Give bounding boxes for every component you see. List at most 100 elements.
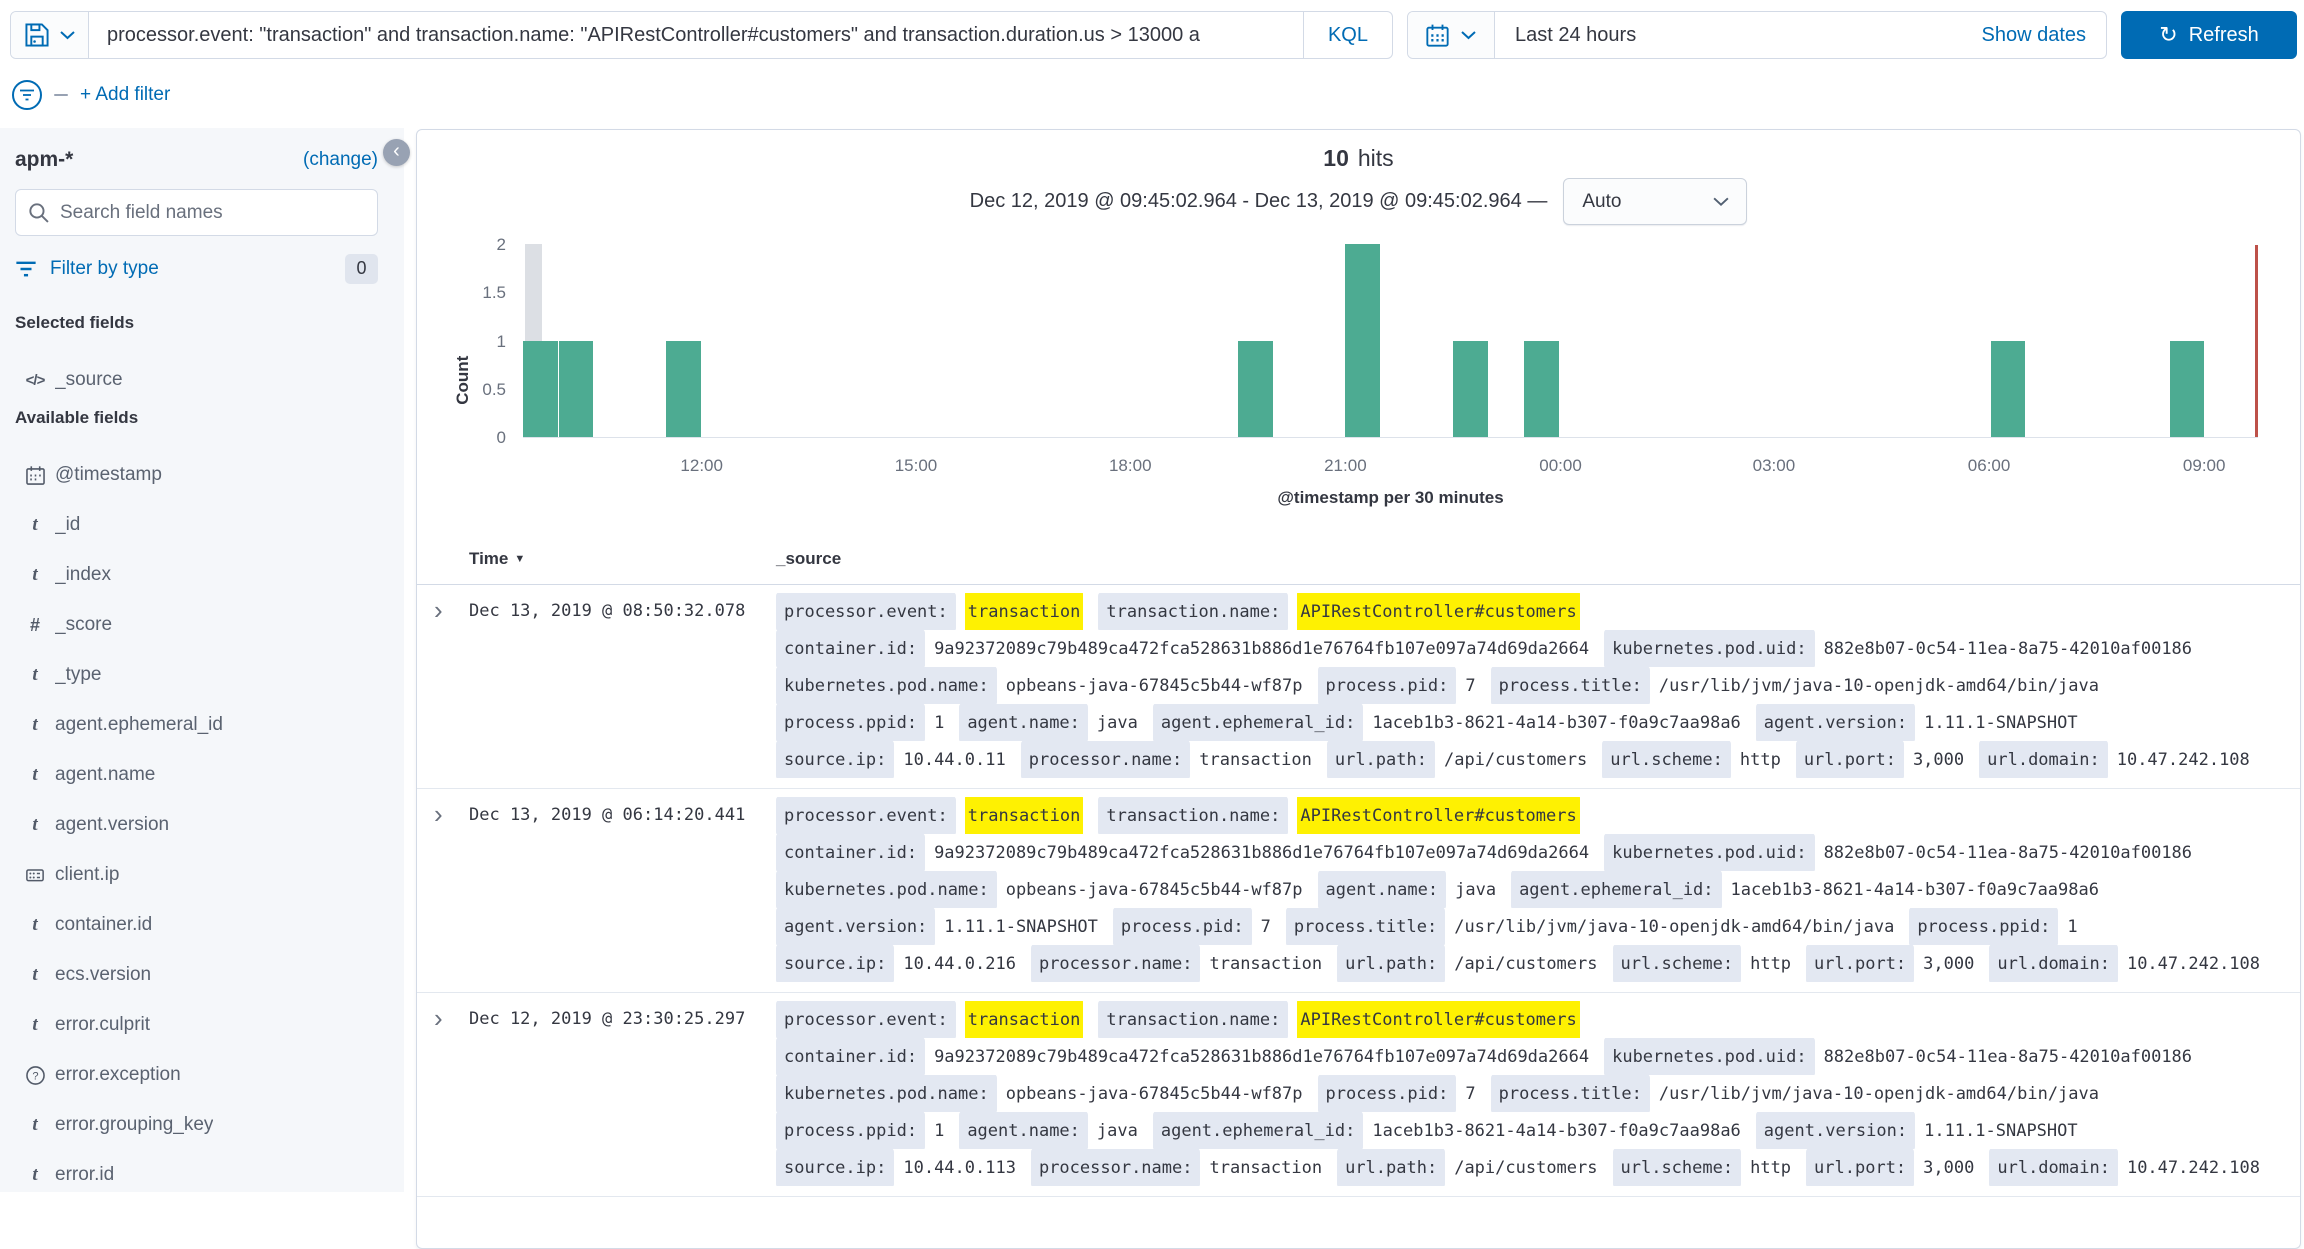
- refresh-icon: ↻: [2159, 24, 2177, 46]
- text-field-icon: t: [32, 514, 37, 536]
- field-badge: url.scheme:: [1613, 945, 1742, 982]
- histogram-bar[interactable]: [2170, 341, 2205, 438]
- text-field-icon: t: [32, 1164, 37, 1186]
- time-column-header[interactable]: Time ▼: [469, 549, 776, 569]
- field-value: /usr/lib/jvm/java-10-openjdk-amd64/bin/j…: [1454, 910, 1894, 944]
- field-badge: url.port:: [1806, 1149, 1914, 1186]
- filter-by-type-button[interactable]: Filter by type: [50, 258, 332, 280]
- filter-divider: [54, 94, 68, 96]
- available-fields-header: Available fields: [15, 408, 378, 450]
- change-index-pattern-link[interactable]: (change): [303, 149, 378, 171]
- saved-query-menu-button[interactable]: [11, 12, 89, 58]
- field-badge: source.ip:: [776, 741, 894, 778]
- field-value: /usr/lib/jvm/java-10-openjdk-amd64/bin/j…: [1659, 1077, 2099, 1111]
- field-item-agent.ephemeral_id[interactable]: tagent.ephemeral_id: [15, 700, 378, 750]
- field-value: 1: [934, 1114, 944, 1148]
- refresh-button[interactable]: ↻ Refresh: [2121, 11, 2297, 59]
- x-axis-title: @timestamp per 30 minutes: [523, 488, 2258, 508]
- field-item-agent.name[interactable]: tagent.name: [15, 750, 378, 800]
- text-field-icon: t: [32, 764, 37, 786]
- text-field-icon: t: [32, 664, 37, 686]
- field-badge: agent.name:: [959, 1112, 1088, 1149]
- field-item-agent.version[interactable]: tagent.version: [15, 800, 378, 850]
- chevron-down-icon: [1712, 196, 1730, 207]
- text-field-icon: t: [32, 914, 37, 936]
- field-name: agent.ephemeral_id: [55, 714, 223, 736]
- query-language-button[interactable]: KQL: [1303, 12, 1392, 58]
- show-dates-button[interactable]: Show dates: [1961, 24, 2106, 47]
- field-badge: processor.name:: [1021, 741, 1191, 778]
- date-quick-select-button[interactable]: [1408, 12, 1495, 58]
- histogram-bar[interactable]: [559, 341, 594, 438]
- query-input[interactable]: processor.event: "transaction" and trans…: [89, 24, 1303, 47]
- filter-options-button[interactable]: [12, 80, 42, 110]
- row-timestamp: Dec 13, 2019 @ 08:50:32.078: [469, 593, 776, 778]
- field-item-_id[interactable]: t _id: [15, 500, 378, 550]
- field-value: java: [1097, 706, 1138, 740]
- field-value: 882e8b07-0c54-11ea-8a75-42010af00186: [1824, 1040, 2192, 1074]
- field-name: _source: [55, 369, 123, 391]
- field-item-client.ip[interactable]: client.ip: [15, 850, 378, 900]
- field-item-@timestamp[interactable]: @timestamp: [15, 450, 378, 500]
- field-name: @timestamp: [55, 464, 162, 486]
- histogram-bar[interactable]: [666, 341, 701, 438]
- field-value: 1.11.1-SNAPSHOT: [1924, 1114, 2078, 1148]
- field-item-error.culprit[interactable]: terror.culprit: [15, 1000, 378, 1050]
- field-name: error.id: [55, 1164, 114, 1186]
- table-header: Time ▼ _source: [417, 549, 2300, 585]
- field-item-ecs.version[interactable]: tecs.version: [15, 950, 378, 1000]
- field-badge: process.title:: [1286, 908, 1445, 945]
- field-item-_score[interactable]: #_score: [15, 600, 378, 650]
- field-badge: process.title:: [1491, 1075, 1650, 1112]
- field-badge: url.domain:: [1989, 945, 2118, 982]
- expand-row-button[interactable]: ›: [417, 593, 469, 778]
- field-value: 1.11.1-SNAPSHOT: [1924, 706, 2078, 740]
- field-badge: url.port:: [1796, 741, 1904, 778]
- field-value: /api/customers: [1454, 947, 1597, 981]
- histogram-bar[interactable]: [1991, 341, 2026, 438]
- field-item-_source[interactable]: </>_source: [15, 355, 378, 405]
- field-value: 1aceb1b3-8621-4a14-b307-f0a9c7aa98a6: [1731, 873, 2099, 907]
- chart-time-range: Dec 12, 2019 @ 09:45:02.964 - Dec 13, 20…: [970, 190, 1548, 213]
- collapse-sidebar-button[interactable]: ‹: [383, 139, 410, 166]
- interval-select[interactable]: Auto: [1563, 178, 1747, 225]
- expand-row-button[interactable]: ›: [417, 1001, 469, 1186]
- field-item-_index[interactable]: t_index: [15, 550, 378, 600]
- histogram-bar[interactable]: [1524, 341, 1559, 438]
- histogram-bar[interactable]: [523, 341, 558, 438]
- field-badge: agent.name:: [959, 704, 1088, 741]
- histogram-bar[interactable]: [1453, 341, 1488, 438]
- y-axis-tick: 1.5: [456, 283, 506, 303]
- field-item-_type[interactable]: t_type: [15, 650, 378, 700]
- histogram-bar[interactable]: [1238, 341, 1273, 438]
- expand-row-button[interactable]: ›: [417, 797, 469, 982]
- x-axis-tick: 15:00: [895, 456, 938, 476]
- field-item-error.grouping_key[interactable]: terror.grouping_key: [15, 1100, 378, 1150]
- field-value: http: [1750, 947, 1791, 981]
- add-filter-button[interactable]: + Add filter: [80, 84, 170, 106]
- field-value: 3,000: [1923, 947, 1974, 981]
- save-icon: [24, 22, 50, 48]
- field-badge: agent.ephemeral_id:: [1511, 871, 1721, 908]
- time-range-label[interactable]: Last 24 hours: [1495, 24, 1961, 47]
- histogram-bar[interactable]: [1345, 244, 1380, 437]
- current-time-marker: [2255, 245, 2258, 437]
- field-value: 10.47.242.108: [2127, 1151, 2260, 1185]
- field-search-input[interactable]: [60, 202, 365, 224]
- field-name: _id: [55, 514, 80, 536]
- field-item-error.exception[interactable]: ?error.exception: [15, 1050, 378, 1100]
- field-badge: agent.version:: [1756, 1112, 1915, 1149]
- sort-descending-icon: ▼: [514, 553, 525, 565]
- histogram-plot-area: [523, 245, 2258, 438]
- field-value: 3,000: [1913, 743, 1964, 777]
- calendar-icon: [1425, 23, 1450, 48]
- field-item-container.id[interactable]: tcontainer.id: [15, 900, 378, 950]
- selected-fields-list: </>_source: [15, 355, 378, 405]
- field-name: agent.version: [55, 814, 169, 836]
- index-pattern-title: apm-*: [15, 148, 73, 172]
- x-axis-tick: 00:00: [1539, 456, 1582, 476]
- field-badge: agent.version:: [776, 908, 935, 945]
- field-badge: agent.version:: [1756, 704, 1915, 741]
- chevron-down-icon: [59, 30, 76, 40]
- field-item-error.id[interactable]: t error.id: [15, 1150, 378, 1200]
